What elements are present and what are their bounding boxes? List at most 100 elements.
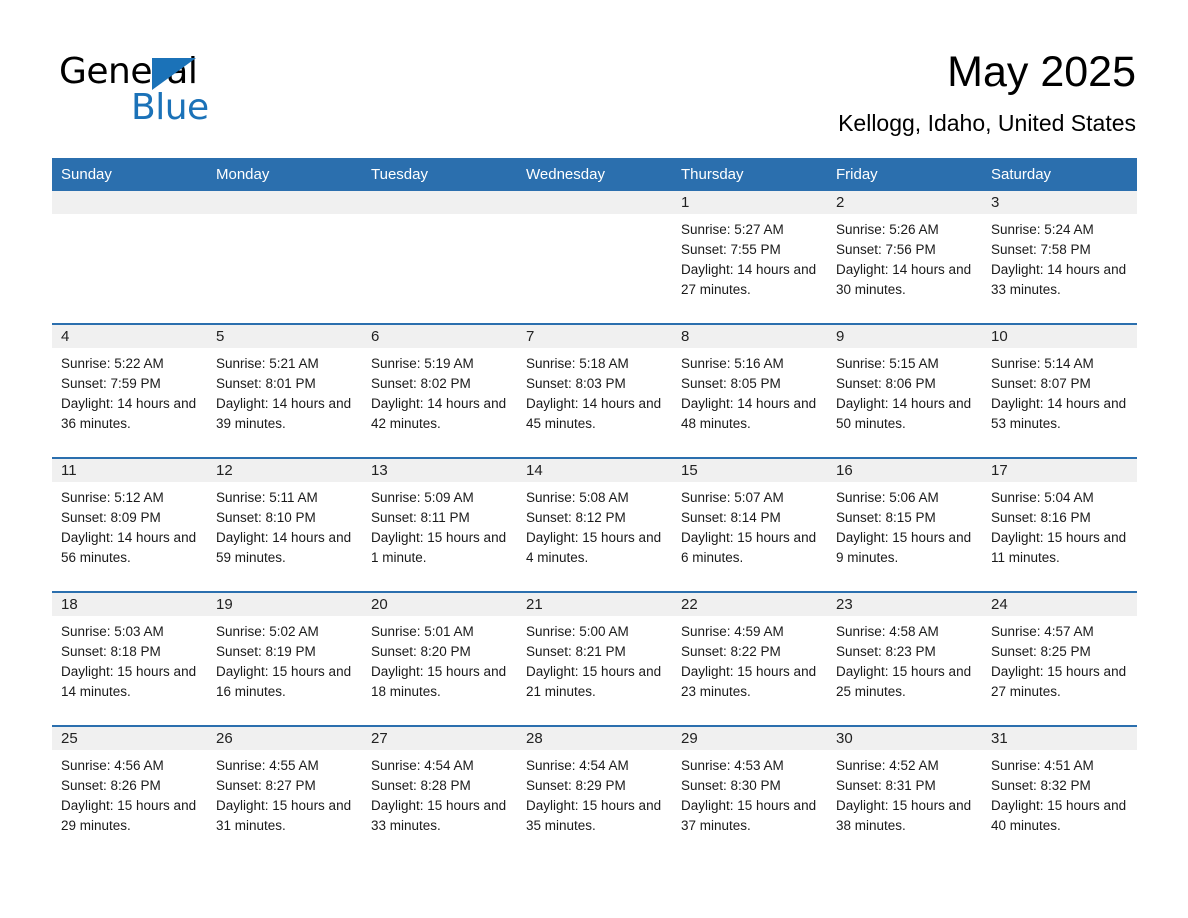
calendar-day-cell: 13 Sunrise: 5:09 AM Sunset: 8:11 PM Dayligh…	[362, 457, 517, 592]
general-blue-logo[interactable]: General Blue	[59, 50, 319, 130]
daylight-text: Daylight: 15 hours and 18 minutes.	[371, 664, 507, 699]
day-cell[interactable]: 25 Sunrise: 4:56 AM Sunset: 8:26 PM Dayligh…	[52, 727, 207, 859]
day-cell[interactable]: 7 Sunrise: 5:18 AM Sunset: 8:03 PM Daylight…	[517, 325, 672, 457]
calendar-day-cell: 14 Sunrise: 5:08 AM Sunset: 8:12 PM Dayligh…	[517, 457, 672, 592]
day-cell[interactable]: 6 Sunrise: 5:19 AM Sunset: 8:02 PM Daylight…	[362, 325, 517, 457]
weekday-header-row: Sunday Monday Tuesday Wednesday Thursday…	[52, 158, 1137, 191]
calendar-day-cell: 12 Sunrise: 5:11 AM Sunset: 8:10 PM Dayligh…	[207, 457, 362, 592]
sunrise-text: Sunrise: 5:01 AM	[371, 624, 474, 639]
day-number	[207, 191, 362, 214]
day-cell[interactable]: 11 Sunrise: 5:12 AM Sunset: 8:09 PM Dayligh…	[52, 459, 207, 591]
day-detail: Sunrise: 5:21 AM Sunset: 8:01 PM Daylight:…	[207, 348, 362, 434]
day-cell[interactable]: 29 Sunrise: 4:53 AM Sunset: 8:30 PM Dayligh…	[672, 727, 827, 859]
day-cell[interactable]: 9 Sunrise: 5:15 AM Sunset: 8:06 PM Daylight…	[827, 325, 982, 457]
day-cell[interactable]: 23 Sunrise: 4:58 AM Sunset: 8:23 PM Dayligh…	[827, 593, 982, 725]
day-detail: Sunrise: 5:02 AM Sunset: 8:19 PM Daylight:…	[207, 616, 362, 702]
calendar-day-cell: 4 Sunrise: 5:22 AM Sunset: 7:59 PM Daylight…	[52, 323, 207, 458]
day-number: 9	[827, 325, 982, 348]
day-number: 18	[52, 593, 207, 616]
day-number: 31	[982, 727, 1137, 750]
sunset-text: Sunset: 8:18 PM	[61, 644, 161, 659]
page-header: General Blue May 2025 Kellogg, Idaho, Un…	[0, 0, 1188, 155]
day-cell[interactable]: 18 Sunrise: 5:03 AM Sunset: 8:18 PM Dayligh…	[52, 593, 207, 725]
day-number: 1	[672, 191, 827, 214]
calendar-week-row: 11 Sunrise: 5:12 AM Sunset: 8:09 PM Dayligh…	[52, 457, 1137, 592]
sunrise-text: Sunrise: 4:53 AM	[681, 758, 784, 773]
day-cell[interactable]: 13 Sunrise: 5:09 AM Sunset: 8:11 PM Dayligh…	[362, 459, 517, 591]
day-cell[interactable]: 24 Sunrise: 4:57 AM Sunset: 8:25 PM Dayligh…	[982, 593, 1137, 725]
daylight-text: Daylight: 15 hours and 37 minutes.	[681, 798, 817, 833]
day-cell[interactable]: 2 Sunrise: 5:26 AM Sunset: 7:56 PM Daylight…	[827, 191, 982, 323]
day-detail: Sunrise: 5:11 AM Sunset: 8:10 PM Daylight:…	[207, 482, 362, 568]
day-cell[interactable]: 4 Sunrise: 5:22 AM Sunset: 7:59 PM Daylight…	[52, 325, 207, 457]
sunset-text: Sunset: 8:14 PM	[681, 510, 781, 525]
day-cell[interactable]: 17 Sunrise: 5:04 AM Sunset: 8:16 PM Dayligh…	[982, 459, 1137, 591]
day-cell[interactable]: 10 Sunrise: 5:14 AM Sunset: 8:07 PM Dayligh…	[982, 325, 1137, 457]
day-cell[interactable]: 12 Sunrise: 5:11 AM Sunset: 8:10 PM Dayligh…	[207, 459, 362, 591]
day-number: 14	[517, 459, 672, 482]
day-cell-empty	[517, 191, 672, 323]
day-cell[interactable]: 8 Sunrise: 5:16 AM Sunset: 8:05 PM Daylight…	[672, 325, 827, 457]
calendar-day-cell: 31 Sunrise: 4:51 AM Sunset: 8:32 PM Dayligh…	[982, 725, 1137, 859]
day-cell[interactable]: 16 Sunrise: 5:06 AM Sunset: 8:15 PM Dayligh…	[827, 459, 982, 591]
calendar-week-row: 4 Sunrise: 5:22 AM Sunset: 7:59 PM Daylight…	[52, 323, 1137, 458]
sunset-text: Sunset: 7:59 PM	[61, 376, 161, 391]
sunrise-text: Sunrise: 4:52 AM	[836, 758, 939, 773]
day-cell[interactable]: 20 Sunrise: 5:01 AM Sunset: 8:20 PM Dayligh…	[362, 593, 517, 725]
day-number: 19	[207, 593, 362, 616]
day-detail: Sunrise: 5:03 AM Sunset: 8:18 PM Daylight:…	[52, 616, 207, 702]
sunset-text: Sunset: 8:25 PM	[991, 644, 1091, 659]
day-cell[interactable]: 14 Sunrise: 5:08 AM Sunset: 8:12 PM Dayligh…	[517, 459, 672, 591]
calendar-day-cell: 1 Sunrise: 5:27 AM Sunset: 7:55 PM Daylight…	[672, 191, 827, 324]
day-detail: Sunrise: 4:56 AM Sunset: 8:26 PM Daylight:…	[52, 750, 207, 836]
sunrise-text: Sunrise: 5:24 AM	[991, 222, 1094, 237]
day-cell[interactable]: 5 Sunrise: 5:21 AM Sunset: 8:01 PM Daylight…	[207, 325, 362, 457]
calendar-day-cell: 28 Sunrise: 4:54 AM Sunset: 8:29 PM Dayligh…	[517, 725, 672, 859]
weekday-header-saturday: Saturday	[982, 158, 1137, 191]
calendar-day-cell	[517, 191, 672, 324]
sunrise-text: Sunrise: 5:08 AM	[526, 490, 629, 505]
daylight-text: Daylight: 14 hours and 45 minutes.	[526, 396, 662, 431]
day-number: 10	[982, 325, 1137, 348]
calendar-week-row: 1 Sunrise: 5:27 AM Sunset: 7:55 PM Daylight…	[52, 191, 1137, 324]
day-cell[interactable]: 30 Sunrise: 4:52 AM Sunset: 8:31 PM Dayligh…	[827, 727, 982, 859]
day-detail: Sunrise: 5:06 AM Sunset: 8:15 PM Daylight:…	[827, 482, 982, 568]
calendar-day-cell: 6 Sunrise: 5:19 AM Sunset: 8:02 PM Daylight…	[362, 323, 517, 458]
day-detail: Sunrise: 5:07 AM Sunset: 8:14 PM Daylight:…	[672, 482, 827, 568]
page-subtitle: Kellogg, Idaho, United States	[838, 110, 1136, 136]
sunset-text: Sunset: 8:10 PM	[216, 510, 316, 525]
daylight-text: Daylight: 15 hours and 40 minutes.	[991, 798, 1127, 833]
day-cell[interactable]: 31 Sunrise: 4:51 AM Sunset: 8:32 PM Dayligh…	[982, 727, 1137, 859]
day-cell[interactable]: 22 Sunrise: 4:59 AM Sunset: 8:22 PM Dayligh…	[672, 593, 827, 725]
day-cell[interactable]: 19 Sunrise: 5:02 AM Sunset: 8:19 PM Dayligh…	[207, 593, 362, 725]
day-number: 17	[982, 459, 1137, 482]
sunset-text: Sunset: 8:29 PM	[526, 778, 626, 793]
day-cell[interactable]: 1 Sunrise: 5:27 AM Sunset: 7:55 PM Daylight…	[672, 191, 827, 323]
sunset-text: Sunset: 8:21 PM	[526, 644, 626, 659]
day-number: 11	[52, 459, 207, 482]
sunrise-text: Sunrise: 5:14 AM	[991, 356, 1094, 371]
sunset-text: Sunset: 8:30 PM	[681, 778, 781, 793]
sunrise-text: Sunrise: 5:03 AM	[61, 624, 164, 639]
day-detail: Sunrise: 4:58 AM Sunset: 8:23 PM Daylight:…	[827, 616, 982, 702]
daylight-text: Daylight: 14 hours and 33 minutes.	[991, 262, 1127, 297]
day-cell[interactable]: 26 Sunrise: 4:55 AM Sunset: 8:27 PM Dayligh…	[207, 727, 362, 859]
sunset-text: Sunset: 8:20 PM	[371, 644, 471, 659]
day-cell[interactable]: 21 Sunrise: 5:00 AM Sunset: 8:21 PM Dayligh…	[517, 593, 672, 725]
sunset-text: Sunset: 8:32 PM	[991, 778, 1091, 793]
sunrise-text: Sunrise: 5:21 AM	[216, 356, 319, 371]
daylight-text: Daylight: 15 hours and 1 minute.	[371, 530, 507, 565]
calendar-head: Sunday Monday Tuesday Wednesday Thursday…	[52, 158, 1137, 191]
day-cell[interactable]: 15 Sunrise: 5:07 AM Sunset: 8:14 PM Dayligh…	[672, 459, 827, 591]
sunset-text: Sunset: 8:12 PM	[526, 510, 626, 525]
day-cell[interactable]: 28 Sunrise: 4:54 AM Sunset: 8:29 PM Dayligh…	[517, 727, 672, 859]
day-number: 20	[362, 593, 517, 616]
calendar-day-cell: 8 Sunrise: 5:16 AM Sunset: 8:05 PM Daylight…	[672, 323, 827, 458]
day-detail: Sunrise: 4:53 AM Sunset: 8:30 PM Daylight:…	[672, 750, 827, 836]
sunrise-text: Sunrise: 5:11 AM	[216, 490, 318, 505]
day-cell[interactable]: 27 Sunrise: 4:54 AM Sunset: 8:28 PM Dayligh…	[362, 727, 517, 859]
sunset-text: Sunset: 8:01 PM	[216, 376, 316, 391]
day-detail: Sunrise: 5:01 AM Sunset: 8:20 PM Daylight:…	[362, 616, 517, 702]
day-cell[interactable]: 3 Sunrise: 5:24 AM Sunset: 7:58 PM Daylight…	[982, 191, 1137, 323]
day-number: 8	[672, 325, 827, 348]
